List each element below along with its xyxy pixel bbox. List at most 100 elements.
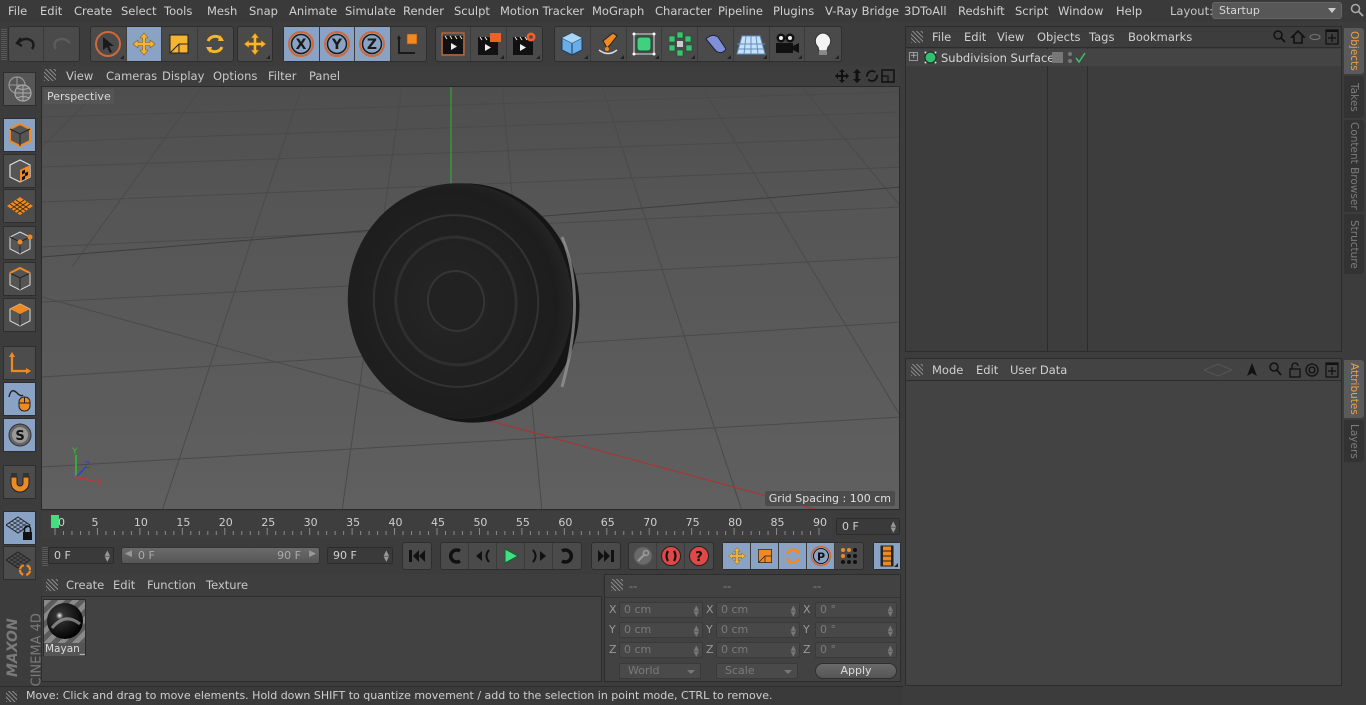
- coordinate-system-button[interactable]: [391, 27, 426, 61]
- bend-deformer-button[interactable]: [698, 27, 734, 61]
- menu-mesh[interactable]: Mesh: [207, 4, 237, 18]
- expand-icon[interactable]: +: [909, 52, 918, 61]
- menu-render[interactable]: Render: [403, 4, 444, 18]
- menu-script[interactable]: Script: [1015, 4, 1048, 18]
- recent-tool-button[interactable]: [238, 27, 272, 61]
- next-frame-button[interactable]: [525, 543, 553, 569]
- goto-end-button[interactable]: [592, 543, 620, 569]
- position-z-field[interactable]: 0 cm ▲ ▼: [619, 642, 703, 658]
- key-position-button[interactable]: [723, 543, 751, 569]
- navigate-up-icon[interactable]: [1247, 363, 1257, 376]
- menu-motion-tracker[interactable]: Motion Tracker: [500, 4, 584, 18]
- texture-mode-button[interactable]: [3, 154, 36, 188]
- attributes-menu-user-data[interactable]: User Data: [1010, 363, 1067, 377]
- model-mode-button[interactable]: [3, 118, 36, 152]
- enabled-checkmark-icon[interactable]: [1075, 52, 1086, 64]
- key-scale-button[interactable]: [751, 543, 779, 569]
- history-back-icon[interactable]: [1202, 363, 1234, 377]
- rotation-p-field[interactable]: 0 ° ▲ ▼: [815, 622, 897, 638]
- position-x-field[interactable]: 0 cm ▲ ▼: [619, 602, 703, 618]
- panel-grip-icon[interactable]: [46, 579, 58, 591]
- menu-create[interactable]: Create: [74, 4, 112, 18]
- object-name[interactable]: Subdivision Surface: [941, 51, 1054, 65]
- objects-menu-tags[interactable]: Tags: [1089, 30, 1114, 44]
- size-z-field[interactable]: 0 cm ▲ ▼: [716, 642, 800, 658]
- viewport-menu-view[interactable]: View: [66, 69, 93, 83]
- 3d-viewport[interactable]: Y Z X Perspective Grid Spacing : 100 cm: [41, 86, 900, 510]
- play-button[interactable]: [497, 543, 525, 569]
- x-axis-lock-button[interactable]: X: [284, 27, 320, 61]
- workplane-lock-button[interactable]: [3, 511, 36, 545]
- objects-menu-view[interactable]: View: [997, 30, 1024, 44]
- eye-icon[interactable]: [1309, 34, 1321, 40]
- material-menu-texture[interactable]: Texture: [206, 578, 248, 592]
- viewport-solo-button[interactable]: [3, 72, 36, 106]
- light-button[interactable]: [805, 27, 841, 61]
- timeline-ruler[interactable]: 0 5 10 15 20 25 30 35 40 45 50 55 60 65 70 75 80 85 90: [42, 512, 832, 538]
- apply-button[interactable]: Apply: [815, 663, 897, 679]
- viewport-menu-display[interactable]: Display: [162, 69, 204, 83]
- timeline-window-button[interactable]: [874, 543, 900, 569]
- material-menu-create[interactable]: Create: [66, 578, 104, 592]
- menu-redshift[interactable]: Redshift: [958, 4, 1005, 18]
- start-frame-field[interactable]: 0 F ▲ ▼: [48, 547, 114, 564]
- size-mode-select[interactable]: Scale: [716, 663, 798, 679]
- frame-range-slider[interactable]: ◀ 0 F 90 F ▶: [121, 547, 320, 564]
- goto-start-button[interactable]: [403, 543, 431, 569]
- new-panel-icon[interactable]: [1325, 29, 1339, 45]
- autokey-button[interactable]: [629, 543, 657, 569]
- object-row-subdivision-surface[interactable]: + Subdivision Surface: [906, 49, 1341, 66]
- tab-content-browser[interactable]: Content Browser: [1344, 120, 1364, 212]
- maximize-view-icon[interactable]: [881, 69, 895, 83]
- objects-menu-bookmarks[interactable]: Bookmarks: [1128, 30, 1192, 44]
- size-x-field[interactable]: 0 cm ▲ ▼: [716, 602, 800, 618]
- key-point-level-button[interactable]: [835, 543, 863, 569]
- tab-takes[interactable]: Takes: [1344, 76, 1364, 118]
- menu-window[interactable]: Window: [1058, 4, 1103, 18]
- menu-simulate[interactable]: Simulate: [345, 4, 396, 18]
- panel-grip-icon[interactable]: [911, 364, 923, 376]
- goto-next-key-button[interactable]: [553, 543, 581, 569]
- menu-plugins[interactable]: Plugins: [773, 4, 814, 18]
- move-tool-button[interactable]: [126, 27, 162, 61]
- position-y-field[interactable]: 0 cm ▲ ▼: [619, 622, 703, 638]
- end-frame-field[interactable]: 90 F ▲ ▼: [327, 547, 393, 564]
- pen-spline-button[interactable]: [591, 27, 627, 61]
- new-panel-icon[interactable]: [1325, 362, 1339, 378]
- redo-button[interactable]: [44, 27, 79, 61]
- material-menu-edit[interactable]: Edit: [113, 578, 135, 592]
- layer-icon[interactable]: [1052, 52, 1063, 63]
- undo-button[interactable]: [9, 27, 45, 61]
- render-settings-button[interactable]: [507, 27, 542, 61]
- target-icon[interactable]: [1305, 363, 1319, 377]
- dolly-icon[interactable]: [853, 69, 861, 83]
- y-axis-lock-button[interactable]: Y: [319, 27, 355, 61]
- current-frame-field[interactable]: 0 F ▲ ▼: [836, 518, 900, 535]
- menu-mograph[interactable]: MoGraph: [592, 4, 644, 18]
- record-keyframes-button[interactable]: [657, 543, 685, 569]
- panel-grip-icon[interactable]: [611, 579, 623, 591]
- visibility-dots-icon[interactable]: [1068, 52, 1072, 63]
- rotation-h-field[interactable]: 0 ° ▲ ▼: [815, 602, 897, 618]
- objects-menu-objects[interactable]: Objects: [1037, 30, 1080, 44]
- cube-button[interactable]: [555, 27, 591, 61]
- search-icon[interactable]: [1273, 30, 1286, 43]
- workplane-align-button[interactable]: [3, 546, 36, 580]
- attributes-menu-mode[interactable]: Mode: [932, 363, 963, 377]
- pan-icon[interactable]: [835, 69, 849, 83]
- floor-button[interactable]: [734, 27, 770, 61]
- keyframe-help-button[interactable]: ?: [685, 543, 713, 569]
- tab-layers[interactable]: Layers: [1344, 420, 1364, 462]
- rotate-tool-button[interactable]: [198, 27, 233, 61]
- render-view-button[interactable]: [436, 27, 472, 61]
- camera-button[interactable]: [770, 27, 806, 61]
- layout-select[interactable]: Startup: [1212, 2, 1342, 19]
- menu-3dtoall[interactable]: 3DToAll: [904, 4, 947, 18]
- edges-mode-button[interactable]: [3, 262, 36, 296]
- scale-tool-button[interactable]: [162, 27, 198, 61]
- home-icon[interactable]: [1290, 29, 1306, 44]
- viewport-menu-cameras[interactable]: Cameras: [106, 69, 157, 83]
- tweak-mode-button[interactable]: [3, 382, 36, 416]
- menu-file[interactable]: File: [8, 4, 27, 18]
- orbit-icon[interactable]: [866, 70, 878, 82]
